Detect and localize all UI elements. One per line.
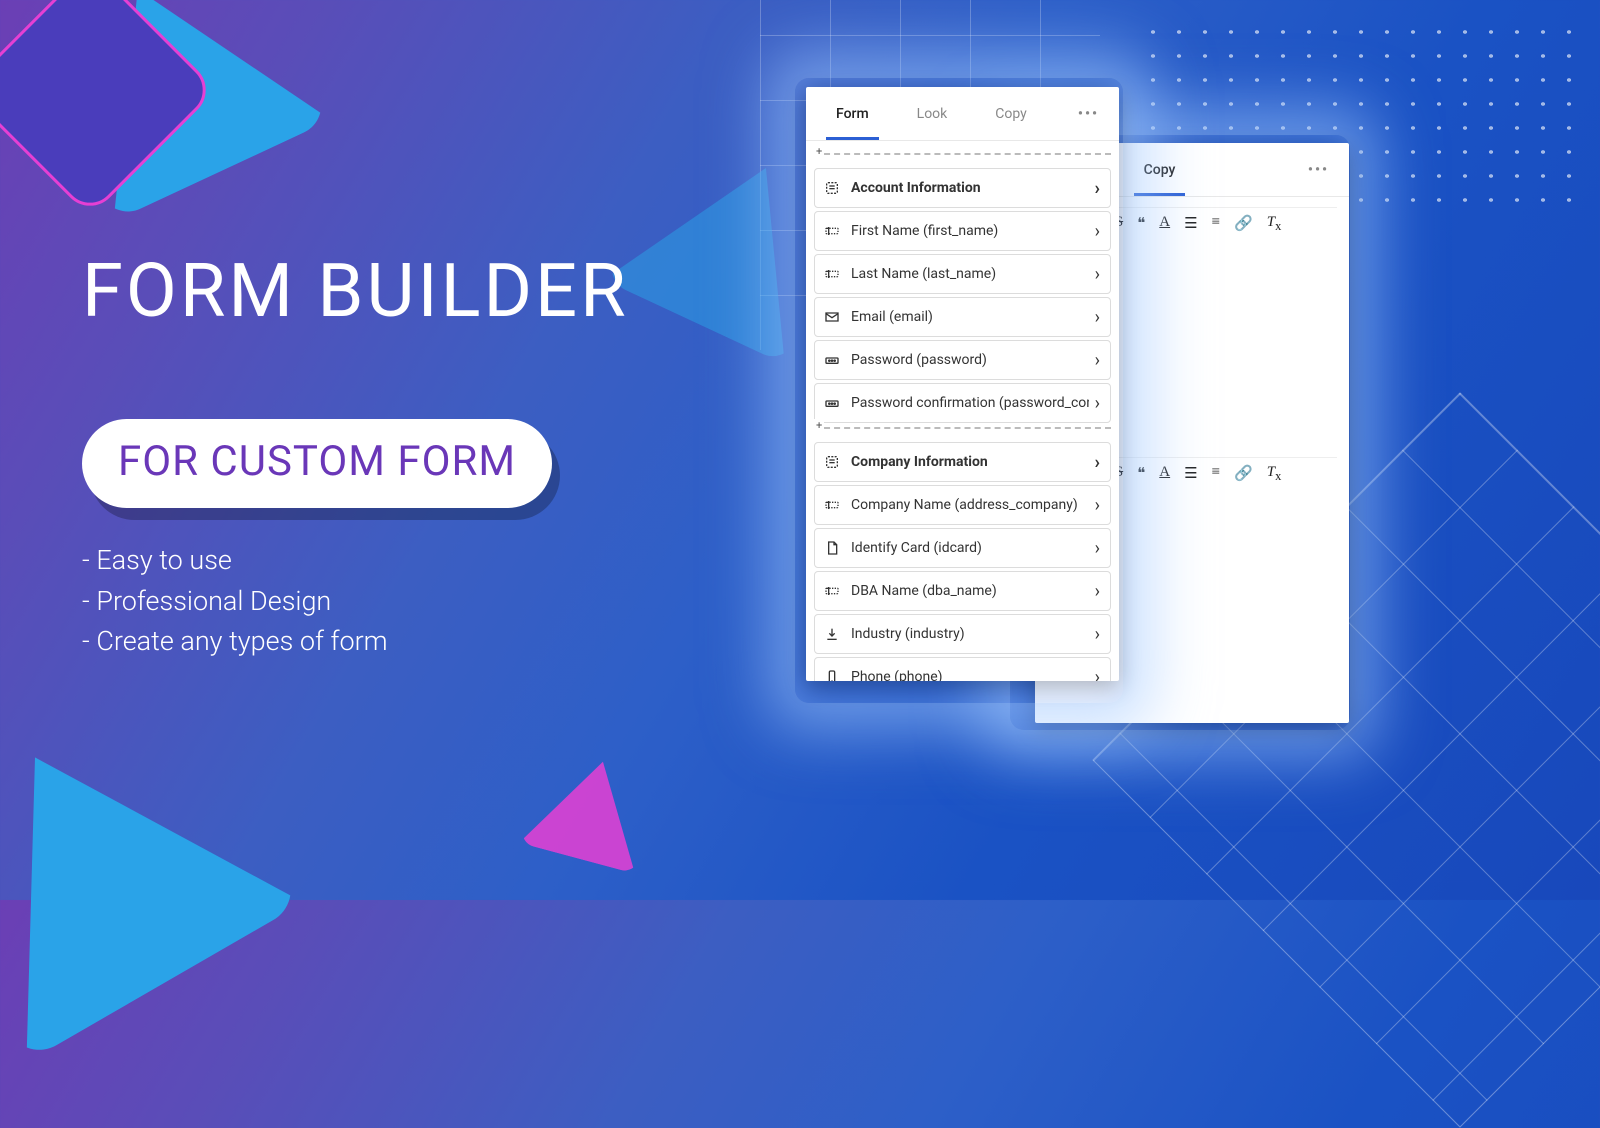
chevron-right-icon: › [1095,581,1100,602]
tab-copy[interactable]: Copy [1120,143,1200,196]
chevron-right-icon: › [1095,307,1100,328]
field-phone[interactable]: Phone (phone) › [814,657,1111,681]
section-label: Account Information [851,180,1089,196]
indent-icon[interactable]: ☰ [1184,214,1197,234]
field-label: Identify Card (idcard) [851,540,1089,556]
field-dba-name[interactable]: DBA Name (dba_name) › [814,571,1111,611]
chevron-right-icon: › [1095,495,1100,516]
field-company-name[interactable]: Company Name (address_company) › [814,485,1111,525]
chevron-right-icon: › [1095,624,1100,645]
text-field-icon [823,496,841,514]
chevron-right-icon: › [1095,178,1100,199]
chevron-right-icon: › [1095,667,1100,682]
indent-icon[interactable]: ☰ [1184,464,1197,484]
hero-section: FORM BUILDER FOR CUSTOM FORM - Easy to u… [82,255,629,662]
tab-more-button[interactable]: ••• [1294,162,1343,178]
field-first-name[interactable]: First Name (first_name) › [814,211,1111,251]
text-field-icon [823,582,841,600]
tab-form[interactable]: Form [812,87,893,140]
section-label: Company Information [851,454,1089,470]
field-last-name[interactable]: Last Name (last_name) › [814,254,1111,294]
tab-look[interactable]: Look [893,87,972,140]
field-label: Industry (industry) [851,626,1089,642]
field-label: DBA Name (dba_name) [851,583,1089,599]
section-account-information[interactable]: Account Information › [814,168,1111,208]
chevron-right-icon: › [1095,264,1100,285]
tab-more-button[interactable]: ••• [1064,106,1113,122]
tab-copy[interactable]: Copy [971,87,1051,140]
download-icon [823,625,841,643]
insert-marker[interactable] [814,153,1111,165]
hero-subtitle-pill: FOR CUSTOM FORM [82,419,552,508]
field-label: Company Name (address_company) [851,497,1089,513]
hero-bullet: - Professional Design [82,581,629,622]
link-icon[interactable]: 🔗 [1234,464,1253,484]
field-label: Password confirmation (password_confi [851,395,1089,411]
hero-bullet: - Create any types of form [82,621,629,662]
quote-icon[interactable]: ❝ [1137,214,1145,234]
link-icon[interactable]: 🔗 [1234,214,1253,234]
field-password-confirmation[interactable]: Password confirmation (password_confi › [814,383,1111,423]
email-icon [823,308,841,326]
hero-bullets: - Easy to use - Professional Design - Cr… [82,540,629,662]
insert-marker[interactable] [814,427,1111,439]
field-list: Account Information › First Name (first_… [806,141,1119,681]
field-identify-card[interactable]: Identify Card (idcard) › [814,528,1111,568]
chevron-right-icon: › [1095,221,1100,242]
tabs-front: Form Look Copy ••• [806,87,1119,141]
field-label: Email (email) [851,309,1089,325]
field-label: First Name (first_name) [851,223,1089,239]
field-email[interactable]: Email (email) › [814,297,1111,337]
section-icon [823,179,841,197]
quote-icon[interactable]: ❝ [1137,464,1145,484]
file-icon [823,539,841,557]
password-icon [823,394,841,412]
text-field-icon [823,265,841,283]
clear-format-icon[interactable]: Tx [1267,214,1282,234]
phone-icon [823,668,841,681]
text-field-icon [823,222,841,240]
field-label: Last Name (last_name) [851,266,1089,282]
chevron-right-icon: › [1095,452,1100,473]
form-builder-panel: Form Look Copy ••• Account Information ›… [806,87,1119,681]
text-color-icon[interactable]: A [1159,214,1170,234]
clear-format-icon[interactable]: Tx [1267,464,1282,484]
hero-title: FORM BUILDER [82,255,629,329]
chevron-right-icon: › [1095,350,1100,371]
field-industry[interactable]: Industry (industry) › [814,614,1111,654]
chevron-right-icon: › [1095,393,1100,414]
field-label: Phone (phone) [851,669,1089,681]
chevron-right-icon: › [1095,538,1100,559]
password-icon [823,351,841,369]
hero-bullet: - Easy to use [82,540,629,581]
decor-triangle [519,746,661,874]
decor-triangle [0,677,304,1062]
section-icon [823,453,841,471]
text-color-icon[interactable]: A [1159,464,1170,484]
field-password[interactable]: Password (password) › [814,340,1111,380]
section-company-information[interactable]: Company Information › [814,442,1111,482]
align-icon[interactable]: ≡ [1212,214,1220,234]
align-icon[interactable]: ≡ [1212,464,1220,484]
field-label: Password (password) [851,352,1089,368]
